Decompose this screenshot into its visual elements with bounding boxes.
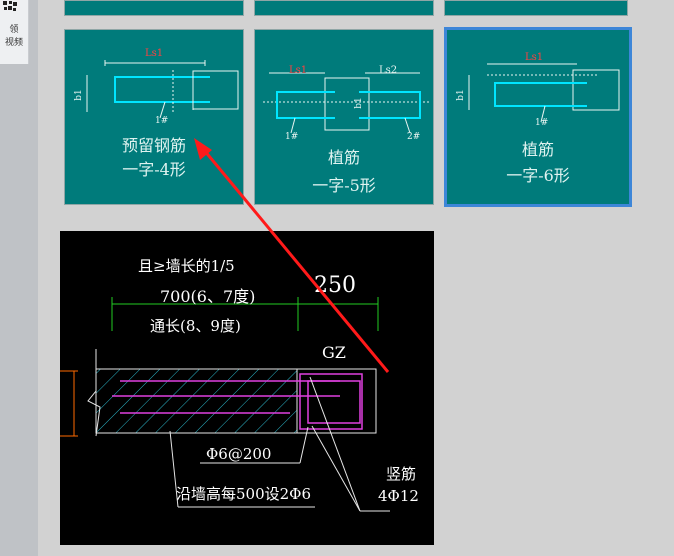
- tile-rebar-reserved-4[interactable]: Ls1 b1 1# 预留钢筋 一字-4形: [64, 29, 244, 205]
- cad-wall-bars-label: 沿墙高每500设2Φ6: [176, 485, 312, 503]
- tile-title: 植筋: [327, 148, 360, 167]
- tile-top-2[interactable]: [254, 0, 434, 16]
- tile-top-3[interactable]: [444, 0, 628, 16]
- sidebar-label-line1: 领: [9, 25, 19, 35]
- dim-ls1-label: Ls1: [145, 48, 164, 59]
- bar-mark-label: 1#: [535, 118, 549, 128]
- cad-vertical-bars: 4Φ12: [378, 487, 419, 505]
- tile-planting-5[interactable]: Ls1 Ls2 b1 1# 2# 植筋 一字-5形: [254, 29, 434, 205]
- dim-b1-label: b1: [353, 97, 364, 109]
- dim-ls2-label: Ls2: [379, 65, 398, 76]
- cad-stirrup-label: Φ6@200: [206, 445, 272, 463]
- tile-subtitle: 一字-5形: [312, 176, 376, 195]
- tile-title: 植筋: [521, 140, 554, 159]
- cad-vertical-label: 竖筋: [386, 465, 417, 483]
- cad-gz-label: GZ: [322, 343, 346, 362]
- tile-top-1[interactable]: [64, 0, 244, 16]
- left-sidebar: 领 视频: [0, 0, 38, 556]
- dim-ls1-label: Ls1: [289, 65, 308, 76]
- cad-dim-250: 250: [314, 273, 356, 298]
- bar-mark-label-2: 2#: [407, 132, 421, 142]
- bar-mark-label: 1#: [285, 132, 299, 142]
- sidebar-label-line2: 视频: [4, 38, 23, 48]
- sidebar-video-entry[interactable]: 领 视频: [0, 0, 29, 64]
- qr-code-icon: [3, 1, 17, 11]
- tile-subtitle: 一字-6形: [506, 166, 570, 185]
- cad-detail-image: 且≥墙长的1/5 700(6、7度) 250 通长(8、9度) GZ Φ6@20…: [60, 231, 434, 545]
- cad-dim-full: 通长(8、9度): [150, 317, 241, 335]
- tile-subtitle: 一字-4形: [122, 160, 186, 179]
- cad-dim-700: 700(6、7度): [160, 287, 256, 306]
- dim-b1-label: b1: [73, 89, 84, 101]
- dim-b1-label: b1: [455, 89, 466, 101]
- cad-note-top: 且≥墙长的1/5: [138, 257, 235, 275]
- dim-ls1-label: Ls1: [525, 52, 544, 63]
- tile-title: 预留钢筋: [121, 136, 186, 155]
- tile-planting-6[interactable]: Ls1 b1 1# 植筋 一字-6形: [444, 27, 632, 207]
- bar-mark-label: 1#: [155, 116, 169, 126]
